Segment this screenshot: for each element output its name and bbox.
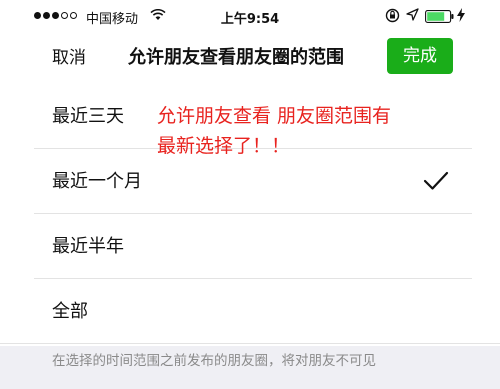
rotation-lock-icon — [385, 8, 400, 23]
option-label: 最近三天 — [52, 106, 124, 127]
checkmark-icon — [423, 171, 449, 190]
nav-bar: 取消 允许朋友查看朋友圈的范围 完成 — [0, 34, 500, 85]
annotation-line-1: 允许朋友查看 朋友圈范围有 — [157, 105, 392, 127]
page-title: 允许朋友查看朋友圈的范围 — [128, 47, 344, 68]
option-label: 最近半年 — [52, 236, 124, 257]
footer: 在选择的时间范围之前发布的朋友圈，将对朋友不可见 — [0, 346, 500, 389]
cancel-button[interactable]: 取消 — [52, 43, 86, 73]
option-label: 全部 — [52, 301, 88, 322]
option-last-six-months[interactable]: 最近半年 — [0, 214, 500, 279]
annotation-overlay: 允许朋友查看 朋友圈范围有 最新选择了！！ — [157, 101, 487, 161]
location-icon — [406, 8, 419, 21]
annotation-line-2: 最新选择了！！ — [157, 135, 291, 157]
option-label: 最近一个月 — [52, 171, 142, 192]
battery-icon — [425, 10, 454, 23]
footer-note: 在选择的时间范围之前发布的朋友圈，将对朋友不可见 — [52, 353, 376, 369]
status-bar: 中国移动 上午9:54 — [0, 0, 500, 34]
charging-icon — [457, 8, 465, 22]
done-button[interactable]: 完成 — [387, 38, 453, 74]
option-all[interactable]: 全部 — [0, 279, 500, 344]
